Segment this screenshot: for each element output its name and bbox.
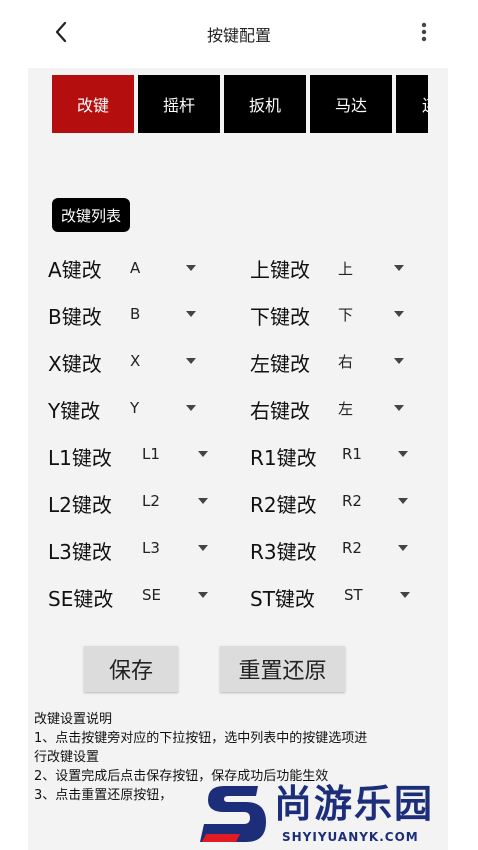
select-value: L2 (142, 492, 160, 510)
dropdown-arrow-icon (400, 592, 410, 598)
mapping-select-y[interactable]: Y (130, 396, 196, 420)
top-app-bar: 按键配置 (0, 0, 478, 68)
mapping-select-right[interactable]: 左 (338, 396, 404, 420)
tab-label: 连 (422, 92, 428, 116)
dropdown-arrow-icon (198, 498, 208, 504)
mapping-label-st: ST键改 (250, 587, 315, 611)
mapping-label-r1: R1键改 (250, 446, 317, 470)
dropdown-arrow-icon (394, 311, 404, 317)
dropdown-arrow-icon (394, 358, 404, 364)
dropdown-arrow-icon (198, 545, 208, 551)
select-value: 右 (338, 352, 354, 371)
dropdown-arrow-icon (198, 592, 208, 598)
select-value: R1 (342, 445, 362, 463)
select-value: L1 (142, 445, 160, 463)
select-value: 下 (338, 305, 354, 324)
watermark: 尚游乐园 SHYIYUANYK.COM (200, 780, 478, 850)
mapping-label-x: X键改 (48, 352, 102, 376)
tab-remap[interactable]: 改键 (52, 75, 134, 133)
mapping-select-up[interactable]: 上 (338, 256, 404, 280)
mapping-label-l2: L2键改 (48, 493, 112, 517)
dropdown-arrow-icon (398, 545, 408, 551)
dropdown-arrow-icon (394, 405, 404, 411)
mapping-select-left[interactable]: 右 (338, 349, 404, 373)
mapping-select-se[interactable]: SE (142, 583, 208, 607)
mapping-select-st[interactable]: ST (344, 583, 410, 607)
tab-trigger[interactable]: 扳机 (224, 75, 306, 133)
tab-more[interactable]: 连 (396, 75, 428, 133)
dropdown-arrow-icon (186, 358, 196, 364)
mapping-select-a[interactable]: A (130, 256, 196, 280)
select-value: L3 (142, 539, 160, 557)
select-value: SE (142, 586, 161, 604)
dropdown-arrow-icon (198, 451, 208, 457)
mapping-label-se: SE键改 (48, 587, 114, 611)
more-vertical-icon (421, 22, 427, 42)
mapping-label-down: 下键改 (250, 305, 310, 329)
dropdown-arrow-icon (398, 451, 408, 457)
mapping-select-l3[interactable]: L3 (142, 536, 208, 560)
help-line: 行改键设置 (34, 750, 100, 765)
select-value: X (130, 352, 141, 370)
select-value: R2 (342, 492, 362, 510)
help-line: 1、点击按键旁对应的下拉按钮，选中列表中的按键选项进 (34, 731, 368, 746)
dropdown-arrow-icon (398, 498, 408, 504)
mapping-select-r2[interactable]: R2 (342, 489, 408, 513)
select-value: 上 (338, 259, 354, 278)
select-value: 左 (338, 399, 354, 418)
mapping-label-right: 右键改 (250, 399, 310, 423)
remap-list-button[interactable]: 改键列表 (52, 198, 130, 232)
mapping-label-r2: R2键改 (250, 493, 317, 517)
select-value: ST (344, 586, 363, 604)
select-value: R2 (342, 539, 362, 557)
tab-label: 摇杆 (162, 96, 195, 115)
select-value: A (130, 259, 141, 277)
page-title: 按键配置 (206, 26, 271, 45)
mapping-select-l1[interactable]: L1 (142, 442, 208, 466)
select-value: Y (130, 399, 140, 417)
dropdown-arrow-icon (186, 311, 196, 317)
tab-motor[interactable]: 马达 (310, 75, 392, 133)
tab-joystick[interactable]: 摇杆 (138, 75, 220, 133)
mapping-label-b: B键改 (48, 305, 102, 329)
dropdown-arrow-icon (394, 265, 404, 271)
save-button[interactable]: 保存 (84, 646, 178, 692)
dropdown-arrow-icon (186, 265, 196, 271)
help-title: 改键设置说明 (34, 712, 113, 727)
dropdown-arrow-icon (186, 405, 196, 411)
mapping-label-r3: R3键改 (250, 540, 317, 564)
reset-button[interactable]: 重置还原 (220, 646, 345, 692)
mapping-select-r3[interactable]: R2 (342, 536, 408, 560)
tab-label: 马达 (334, 96, 367, 115)
watermark-logo-icon (200, 786, 266, 842)
mapping-label-a: A键改 (48, 258, 102, 282)
mapping-select-r1[interactable]: R1 (342, 442, 408, 466)
watermark-name: 尚游乐园 (274, 782, 435, 826)
mapping-select-x[interactable]: X (130, 349, 196, 373)
mapping-label-y: Y键改 (48, 399, 101, 423)
mapping-label-up: 上键改 (250, 258, 310, 282)
tab-bar: 改键 摇杆 扳机 马达 连 (52, 75, 428, 133)
mapping-label-l1: L1键改 (48, 446, 112, 470)
mapping-select-b[interactable]: B (130, 302, 196, 326)
select-value: B (130, 305, 141, 323)
watermark-domain: SHYIYUANYK.COM (282, 830, 419, 844)
mapping-label-l3: L3键改 (48, 540, 112, 564)
more-options-button[interactable] (410, 16, 438, 48)
tab-label: 扳机 (248, 96, 281, 115)
tab-label: 改键 (76, 96, 109, 115)
mapping-label-left: 左键改 (250, 352, 310, 376)
mapping-select-l2[interactable]: L2 (142, 489, 208, 513)
mapping-select-down[interactable]: 下 (338, 302, 404, 326)
